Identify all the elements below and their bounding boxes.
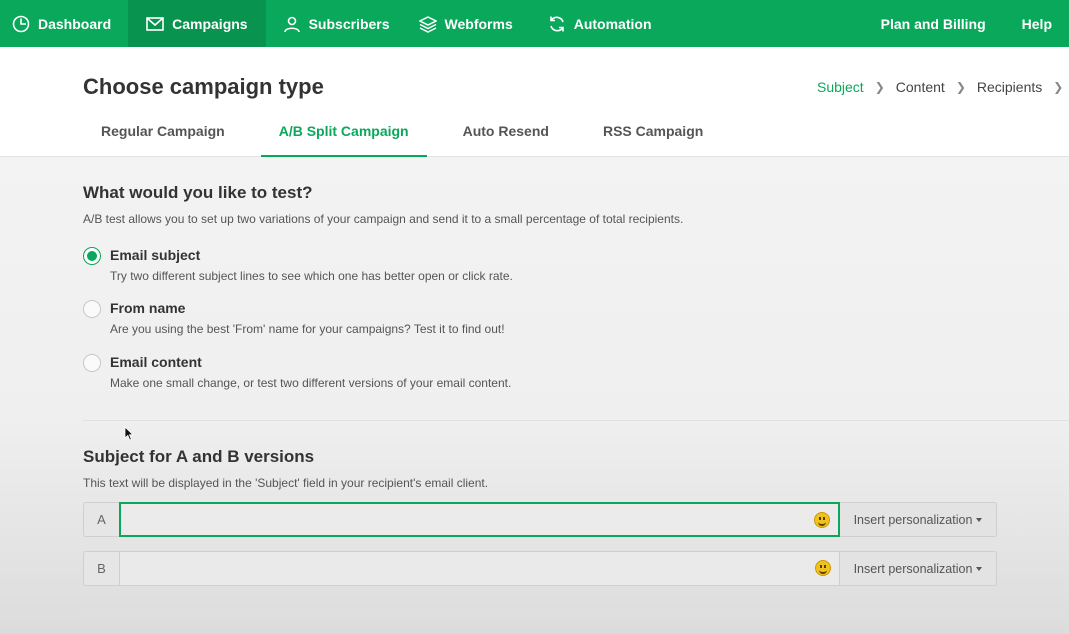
- option-help: Are you using the best 'From' name for y…: [110, 322, 505, 336]
- refresh-icon: [549, 16, 564, 31]
- test-section-description: A/B test allows you to set up two variat…: [83, 212, 684, 226]
- page-title: Choose campaign type: [83, 74, 324, 99]
- option-label: Email subject: [110, 247, 201, 263]
- option-help: Make one small change, or test two diffe…: [110, 376, 512, 390]
- option-label: From name: [110, 300, 186, 316]
- page-header: Choose campaign type Subject ❯ Content ❯…: [0, 47, 1069, 157]
- user-icon: [283, 16, 300, 32]
- subject-row-a: A Insert personalization: [83, 502, 997, 537]
- section-divider: [83, 613, 1069, 614]
- nav-dashboard-label: Dashboard: [38, 15, 112, 32]
- chevron-right-icon: ❯: [1053, 80, 1064, 94]
- layers-icon: [418, 15, 437, 33]
- tab-auto-resend[interactable]: Auto Resend: [445, 112, 567, 157]
- nav-campaigns[interactable]: Campaigns: [128, 0, 266, 47]
- campaign-type-tabs: Regular Campaign A/B Split Campaign Auto…: [83, 112, 721, 157]
- nav-webforms[interactable]: Webforms: [407, 0, 530, 47]
- nav-subscribers[interactable]: Subscribers: [266, 0, 407, 47]
- subject-a-input[interactable]: [121, 504, 838, 535]
- nav-subscribers-label: Subscribers: [308, 15, 390, 32]
- radio-email-subject[interactable]: [83, 247, 101, 265]
- nav-campaigns-label: Campaigns: [172, 15, 248, 32]
- option-label: Email content: [110, 354, 202, 370]
- step-recipients[interactable]: Recipients: [977, 79, 1042, 95]
- step-content[interactable]: Content: [896, 79, 945, 95]
- nav-webforms-label: Webforms: [444, 15, 513, 32]
- subject-row-b: B Insert personalization: [83, 551, 997, 586]
- option-help: Try two different subject lines to see w…: [110, 269, 513, 283]
- variant-label-a: A: [83, 502, 119, 537]
- nav-dashboard[interactable]: Dashboard: [0, 0, 128, 47]
- subject-b-field[interactable]: [119, 551, 840, 586]
- emoji-icon[interactable]: [815, 560, 831, 576]
- test-section-title: What would you like to test?: [83, 183, 313, 202]
- insert-personalization-label: Insert personalization: [853, 512, 973, 527]
- nav-automation-label: Automation: [573, 15, 652, 32]
- caret-down-icon: [976, 517, 983, 522]
- insert-personalization-button-b[interactable]: Insert personalization: [840, 551, 997, 586]
- chevron-right-icon: ❯: [955, 80, 966, 94]
- tab-ab-split-campaign[interactable]: A/B Split Campaign: [260, 112, 427, 157]
- tab-regular-campaign[interactable]: Regular Campaign: [83, 112, 243, 157]
- mouse-cursor-icon: [124, 426, 134, 441]
- tab-rss-campaign[interactable]: RSS Campaign: [585, 112, 721, 157]
- emoji-icon[interactable]: [814, 512, 830, 528]
- radio-from-name[interactable]: [83, 300, 101, 318]
- wizard-steps: Subject ❯ Content ❯ Recipients ❯ A/: [817, 79, 1069, 95]
- insert-personalization-button-a[interactable]: Insert personalization: [840, 502, 997, 537]
- nav-automation[interactable]: Automation: [530, 0, 669, 47]
- step-subject[interactable]: Subject: [817, 79, 864, 95]
- top-navigation: Dashboard Campaigns Subscribers Webforms…: [0, 0, 1069, 47]
- chevron-right-icon: ❯: [874, 80, 885, 94]
- dashboard-icon: [12, 15, 30, 32]
- subject-section-description: This text will be displayed in the 'Subj…: [83, 476, 489, 490]
- caret-down-icon: [976, 566, 983, 571]
- section-divider: [83, 420, 1069, 421]
- envelope-icon: [146, 16, 164, 31]
- subject-a-field[interactable]: [119, 502, 840, 537]
- nav-right-group: Plan and Billing Help: [863, 0, 1069, 47]
- nav-plan-and-billing[interactable]: Plan and Billing: [863, 0, 1004, 47]
- main-content: What would you like to test? A/B test al…: [0, 157, 1069, 634]
- insert-personalization-label: Insert personalization: [853, 561, 973, 576]
- subject-section-title: Subject for A and B versions: [83, 447, 315, 466]
- subject-b-input[interactable]: [120, 552, 839, 585]
- radio-email-content[interactable]: [83, 354, 101, 372]
- variant-label-b: B: [83, 551, 119, 586]
- nav-help[interactable]: Help: [1004, 0, 1069, 47]
